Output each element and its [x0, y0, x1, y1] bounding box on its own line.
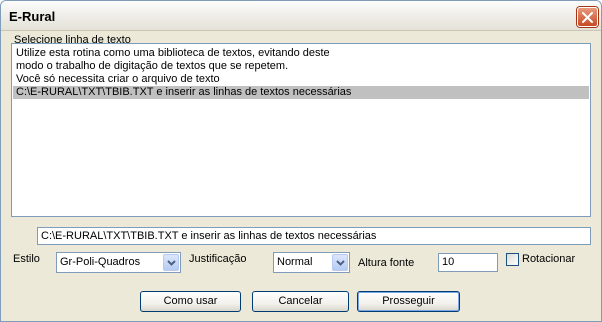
list-item[interactable]: Utilize esta rotina como uma biblioteca …: [13, 47, 589, 60]
text-lines-list[interactable]: Utilize esta rotina como uma biblioteca …: [11, 43, 591, 217]
justificacao-value: Normal: [277, 256, 313, 268]
close-icon: [582, 12, 593, 23]
estilo-select[interactable]: Gr-Poli-Quadros: [56, 252, 181, 273]
justificacao-select[interactable]: Normal: [273, 252, 350, 273]
cancelar-button[interactable]: Cancelar: [252, 291, 349, 312]
list-item-selected[interactable]: C:\E-RURAL\TXT\TBIB.TXT e inserir as lin…: [13, 86, 589, 99]
estilo-label: Estilo: [13, 253, 40, 265]
rotacionar-checkbox[interactable]: [506, 253, 519, 266]
chevron-down-icon: [336, 260, 345, 266]
justificacao-dropdown-button[interactable]: [332, 254, 348, 271]
altura-fonte-input[interactable]: 10: [438, 253, 498, 272]
list-item[interactable]: Você só necessita criar o arquivo de tex…: [13, 73, 589, 86]
close-button[interactable]: [577, 7, 598, 27]
list-item[interactable]: modo o trabalho de digitação de textos q…: [13, 60, 589, 73]
chevron-down-icon: [167, 260, 176, 266]
prosseguir-button[interactable]: Prosseguir: [357, 291, 460, 312]
como-usar-button[interactable]: Como usar: [140, 291, 241, 312]
window-title: E-Rural: [9, 9, 56, 24]
justificacao-label: Justificação: [189, 253, 247, 265]
altura-fonte-label: Altura fonte: [358, 257, 415, 269]
dialog-window: E-Rural Selecione linha de texto Utilize…: [0, 0, 602, 322]
estilo-dropdown-button[interactable]: [163, 254, 179, 271]
selected-line-field[interactable]: C:\E-RURAL\TXT\TBIB.TXT e inserir as lin…: [37, 227, 591, 245]
rotacionar-label[interactable]: Rotacionar: [522, 253, 575, 265]
estilo-value: Gr-Poli-Quadros: [60, 256, 141, 268]
title-bar[interactable]: E-Rural: [1, 1, 601, 31]
